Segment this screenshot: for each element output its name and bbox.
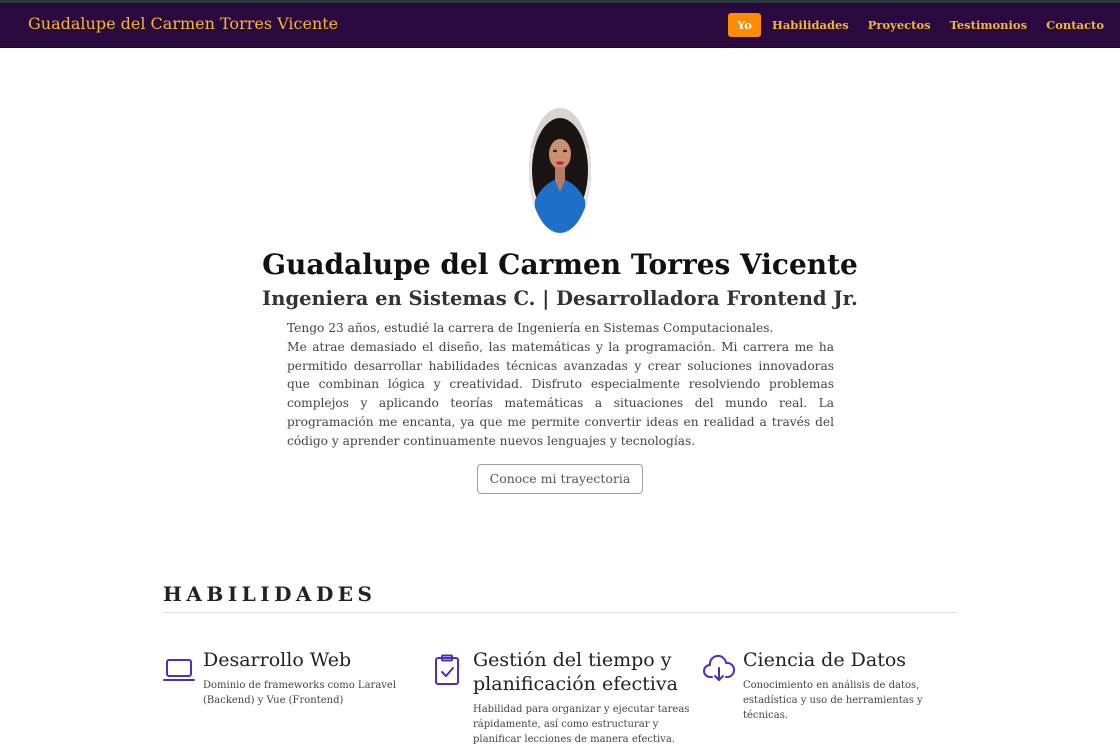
skill-description: Dominio de frameworks como Laravel (Back…	[203, 680, 397, 706]
section-divider	[163, 612, 957, 613]
avatar	[529, 108, 591, 233]
portrait-image	[529, 108, 591, 233]
skill-title-text: Gestión del tiempo y planificación efect…	[473, 649, 678, 695]
skill-description: Conocimiento en análisis de datos, estad…	[743, 680, 923, 721]
skill-description: Habilidad para organizar y ejecutar tare…	[473, 704, 690, 745]
cloud-download-icon	[703, 654, 736, 686]
laptop-icon	[163, 654, 195, 686]
trajectory-button[interactable]: Conoce mi trayectoria	[477, 464, 643, 494]
profile-photo	[529, 108, 591, 233]
bio-paragraph: Me atrae demasiado el diseño, las matemá…	[287, 339, 834, 448]
skill-title: Gestión del tiempo y planificación efect…	[473, 648, 703, 696]
hero-role: Ingeniera en Sistemas C. | Desarrollador…	[262, 287, 858, 310]
skill-title: Ciencia de Datos	[743, 649, 907, 671]
hero-bio: Tengo 23 años, estudié la carrera de Ing…	[287, 319, 834, 451]
hero-name: Guadalupe del Carmen Torres Vicente	[262, 248, 858, 281]
nav-item-contacto[interactable]: Contacto	[1038, 13, 1112, 37]
bio-line-1: Tengo 23 años, estudié la carrera de Ing…	[287, 321, 774, 335]
clipboard-check-icon	[433, 654, 465, 686]
brand-link[interactable]: Guadalupe del Carmen Torres Vicente	[28, 14, 338, 33]
navbar: Guadalupe del Carmen Torres Vicente Yo H…	[0, 3, 1120, 48]
nav-item-habilidades[interactable]: Habilidades	[764, 13, 857, 37]
nav-item-yo[interactable]: Yo	[728, 13, 761, 37]
nav-menu: Yo Habilidades Proyectos Testimonios Con…	[725, 13, 1112, 37]
nav-item-proyectos[interactable]: Proyectos	[860, 13, 939, 37]
nav-item-testimonios[interactable]: Testimonios	[942, 13, 1035, 37]
skills-section-title: HABILIDADES	[163, 582, 377, 606]
skill-title: Desarrollo Web	[203, 649, 352, 671]
